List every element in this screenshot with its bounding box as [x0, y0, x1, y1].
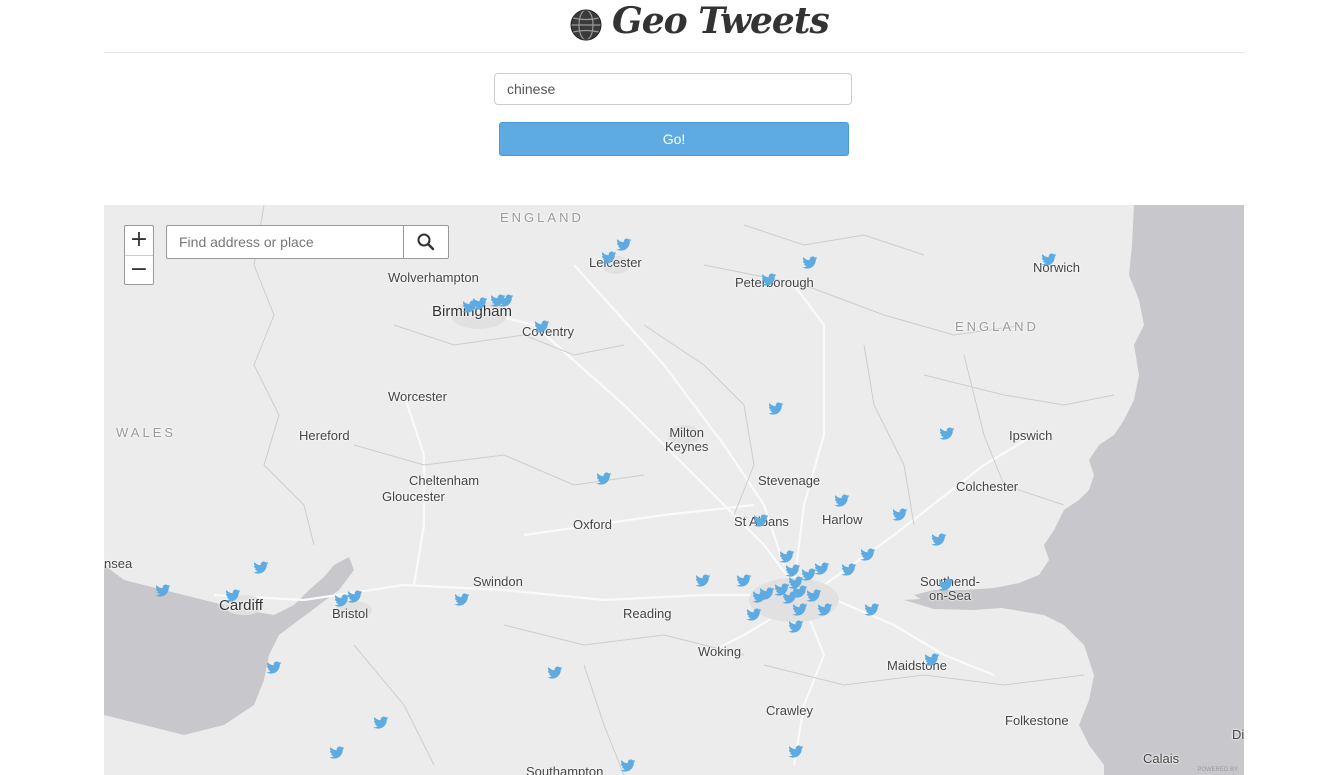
twitter-bird-icon[interactable]: [454, 593, 470, 607]
twitter-bird-icon[interactable]: [768, 402, 784, 416]
place-label: Stevenage: [758, 473, 821, 488]
place-label: Harlow: [822, 512, 863, 527]
place-label: Reading: [623, 606, 672, 621]
zoom-out-button[interactable]: −: [125, 256, 153, 285]
twitter-bird-icon[interactable]: [329, 746, 345, 760]
twitter-bird-icon[interactable]: [498, 294, 514, 308]
twitter-bird-icon[interactable]: [601, 251, 617, 265]
twitter-bird-icon[interactable]: [841, 563, 857, 577]
twitter-bird-icon[interactable]: [931, 533, 947, 547]
twitter-bird-icon[interactable]: [938, 578, 954, 592]
globe-icon: [570, 9, 602, 41]
header: Geo Tweets: [104, 0, 1244, 53]
place-label: Worcester: [388, 389, 447, 404]
twitter-bird-icon[interactable]: [155, 584, 171, 598]
place-label: Woking: [698, 644, 742, 659]
twitter-bird-icon[interactable]: [788, 745, 804, 759]
region-label: WALES: [116, 425, 177, 440]
search-icon[interactable]: [405, 226, 448, 258]
place-label: Wolverhampton: [388, 270, 479, 285]
place-label: Swindon: [473, 574, 523, 589]
twitter-bird-icon[interactable]: [746, 608, 762, 622]
map-basemap: [104, 205, 1244, 775]
twitter-bird-icon[interactable]: [596, 472, 612, 486]
go-button[interactable]: Go!: [499, 122, 849, 156]
zoom-in-button[interactable]: +: [125, 226, 153, 256]
twitter-bird-icon[interactable]: [939, 427, 955, 441]
map[interactable]: + − ENGLAND ENGLAND WALES Wolverhampton …: [104, 205, 1244, 775]
twitter-bird-icon[interactable]: [547, 666, 563, 680]
place-label: Milton Keynes: [665, 426, 708, 454]
twitter-bird-icon[interactable]: [616, 238, 632, 252]
place-label: Calais: [1143, 751, 1180, 766]
twitter-bird-icon[interactable]: [792, 603, 808, 617]
twitter-bird-icon[interactable]: [860, 548, 876, 562]
twitter-bird-icon[interactable]: [334, 594, 350, 608]
geocoder: [166, 225, 449, 259]
place-label-line: Milton: [669, 425, 705, 440]
place-label: Bristol: [332, 606, 369, 621]
region-label: ENGLAND: [500, 210, 584, 225]
twitter-bird-icon[interactable]: [752, 590, 768, 604]
twitter-bird-icon[interactable]: [788, 620, 804, 634]
twitter-bird-icon[interactable]: [834, 494, 850, 508]
place-label: Di: [1232, 727, 1244, 742]
place-label: Oxford: [573, 517, 613, 532]
place-label-line: Keynes: [665, 439, 709, 454]
twitter-bird-icon[interactable]: [373, 716, 389, 730]
twitter-bird-icon[interactable]: [534, 320, 550, 334]
twitter-bird-icon[interactable]: [462, 300, 478, 314]
twitter-bird-icon[interactable]: [1041, 253, 1057, 267]
map-credit: POWERED BY: [1197, 767, 1238, 773]
twitter-bird-icon[interactable]: [892, 508, 908, 522]
geocoder-input[interactable]: [167, 226, 404, 258]
place-label: nsea: [104, 556, 133, 571]
search-input[interactable]: [494, 73, 852, 105]
twitter-bird-icon[interactable]: [225, 589, 241, 603]
place-label: Hereford: [299, 428, 350, 443]
twitter-bird-icon[interactable]: [736, 574, 752, 588]
twitter-bird-icon[interactable]: [924, 653, 940, 667]
place-label: Ipswich: [1009, 428, 1053, 443]
twitter-bird-icon[interactable]: [817, 603, 833, 617]
twitter-bird-icon[interactable]: [802, 256, 818, 270]
region-label: ENGLAND: [955, 319, 1039, 334]
place-label: Gloucester: [382, 489, 445, 504]
place-label: Colchester: [956, 479, 1019, 494]
place-label: Southampton: [526, 764, 604, 775]
twitter-bird-icon[interactable]: [864, 603, 880, 617]
twitter-bird-icon[interactable]: [266, 661, 282, 675]
place-label: Crawley: [766, 703, 813, 718]
twitter-bird-icon[interactable]: [253, 561, 269, 575]
twitter-bird-icon[interactable]: [695, 574, 711, 588]
place-label: Cheltenham: [409, 473, 480, 488]
twitter-bird-icon[interactable]: [779, 550, 795, 564]
twitter-bird-icon[interactable]: [620, 759, 636, 773]
twitter-bird-icon[interactable]: [806, 589, 822, 603]
twitter-bird-icon[interactable]: [753, 514, 769, 528]
zoom-control: + −: [124, 225, 154, 285]
place-label: Folkestone: [1005, 713, 1069, 728]
app-title: Geo Tweets: [612, 0, 830, 42]
twitter-bird-icon[interactable]: [761, 273, 777, 287]
